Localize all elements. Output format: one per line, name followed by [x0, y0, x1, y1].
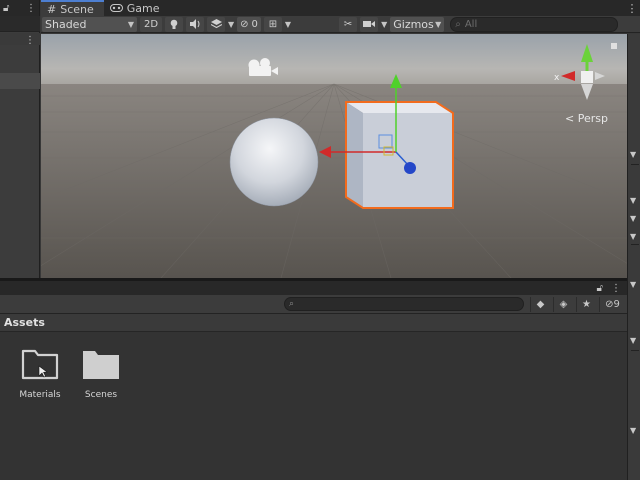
- hierarchy-header: 🔓︎ ⋮: [0, 0, 39, 16]
- tab-label: Game: [126, 1, 160, 15]
- hierarchy-search[interactable]: [0, 16, 40, 32]
- more-menu-icon[interactable]: ⋮: [25, 35, 35, 46]
- chevron-down-icon[interactable]: ▼: [630, 150, 636, 159]
- hierarchy-selected-row[interactable]: [0, 73, 40, 89]
- scene-search-input[interactable]: ⌕ All: [450, 16, 619, 32]
- speaker-icon: [189, 19, 199, 29]
- grid-toggle[interactable]: ⊞: [263, 16, 282, 32]
- chevron-down-icon[interactable]: ▼: [630, 426, 636, 435]
- chevron-down-icon: ▼: [127, 19, 134, 29]
- persp-label: Persp: [577, 112, 608, 125]
- chevron-down-icon[interactable]: ▼: [630, 214, 636, 223]
- search-icon: ⌕: [289, 299, 295, 309]
- shading-mode-value: Shaded: [45, 17, 87, 31]
- eye-slash-icon: ⊘: [240, 18, 249, 30]
- chevron-down-icon[interactable]: ▼: [630, 196, 636, 205]
- project-header: 🔓︎ ⋮: [0, 281, 627, 295]
- hidden-packages-toggle[interactable]: ⊘ 9: [599, 296, 625, 312]
- hidden-count: 9: [613, 298, 620, 310]
- project-toolbar: ⌕ ◆ ◈ ★ ⊘ 9: [0, 295, 627, 314]
- asset-label: Materials: [19, 390, 61, 400]
- 2d-toggle[interactable]: 2D: [140, 16, 162, 32]
- lock-icon[interactable]: 🔓︎: [597, 283, 603, 294]
- lighting-toggle[interactable]: [165, 16, 183, 32]
- scene-toolbar: Shaded ▼ 2D ▼ ⊘ 0 ⊞ ▼ ✂ ▼ Gizmos ▼ ⌕ All: [41, 16, 640, 33]
- sphere-object[interactable]: [229, 117, 319, 207]
- hidden-objects-toggle[interactable]: ⊘ 0: [237, 16, 261, 32]
- layers-icon: [210, 19, 222, 29]
- grid-icon: ⊞: [268, 18, 278, 30]
- asset-item-scenes[interactable]: Scenes: [71, 347, 131, 400]
- shading-mode-dropdown[interactable]: Shaded ▼: [42, 16, 137, 32]
- video-camera-icon: [363, 21, 376, 27]
- camera-settings-dropdown[interactable]: [360, 16, 379, 32]
- breadcrumb: Assets: [0, 314, 627, 332]
- chevron-down-icon[interactable]: ▼: [285, 20, 291, 29]
- tab-game[interactable]: Game: [104, 0, 170, 16]
- scene-tab-bar: # Scene Game ⋮: [41, 0, 640, 16]
- folder-icon: [83, 351, 119, 379]
- gizmos-dropdown[interactable]: Gizmos ▼: [390, 16, 445, 32]
- filter-by-type-button[interactable]: ◆: [530, 296, 550, 312]
- hidden-count: 0: [251, 18, 258, 30]
- breadcrumb-label[interactable]: Assets: [4, 316, 45, 329]
- divider: [631, 244, 639, 245]
- more-menu-icon[interactable]: ⋮: [611, 283, 621, 294]
- search-icon: ⌕: [455, 18, 461, 30]
- gizmos-label: Gizmos: [393, 17, 434, 31]
- divider: [631, 164, 639, 165]
- more-menu-icon[interactable]: ⋮: [26, 3, 36, 14]
- tab-label: Scene: [60, 2, 94, 16]
- eye-slash-icon: ⊘: [605, 298, 614, 310]
- chevron-down-icon[interactable]: ▼: [630, 336, 636, 345]
- hierarchy-panel: 🔓︎ ⋮ ⋮: [0, 0, 40, 278]
- effects-dropdown[interactable]: [207, 16, 225, 32]
- grid-icon: #: [47, 2, 57, 16]
- chevron-down-icon: ▼: [435, 19, 442, 29]
- tools-icon: ✂: [343, 18, 353, 30]
- search-placeholder: All: [464, 18, 478, 30]
- lightbulb-icon: [170, 19, 178, 29]
- more-menu-icon[interactable]: ⋮: [624, 0, 640, 16]
- chevron-down-icon[interactable]: ▼: [630, 280, 636, 289]
- divider: [631, 350, 639, 351]
- chevron-down-icon[interactable]: ▼: [381, 20, 387, 29]
- gamepad-icon: [109, 4, 123, 12]
- tab-scene[interactable]: # Scene: [41, 0, 104, 16]
- tag-icon: ◈: [559, 298, 568, 310]
- projection-toggle[interactable]: < Persp: [565, 112, 608, 125]
- favorites-button[interactable]: ★: [576, 296, 596, 312]
- 2d-label: 2D: [143, 18, 159, 30]
- audio-toggle[interactable]: [186, 16, 204, 32]
- asset-item-materials[interactable]: Materials: [10, 347, 70, 400]
- tools-toggle[interactable]: ✂: [339, 16, 358, 32]
- star-icon: ★: [582, 298, 591, 310]
- asset-label: Scenes: [84, 390, 118, 400]
- filter-by-label-button[interactable]: ◈: [553, 296, 573, 312]
- shapes-icon: ◆: [536, 298, 545, 310]
- project-panel: 🔓︎ ⋮ ⌕ ◆ ◈ ★ ⊘ 9 Assets Materials Scenes: [0, 281, 627, 480]
- chevron-down-icon[interactable]: ▼: [228, 20, 234, 29]
- gizmo-axis-label: x: [554, 73, 560, 83]
- scene-viewport[interactable]: x: [41, 34, 627, 278]
- project-search-input[interactable]: ⌕: [284, 297, 524, 311]
- lock-icon[interactable]: 🔓︎: [3, 3, 9, 14]
- inspector-strip: ▼ ▼ ▼ ▼ ▼ ▼ ▼: [627, 34, 640, 480]
- chevron-down-icon[interactable]: ▼: [630, 232, 636, 241]
- folder-icon: [21, 349, 59, 380]
